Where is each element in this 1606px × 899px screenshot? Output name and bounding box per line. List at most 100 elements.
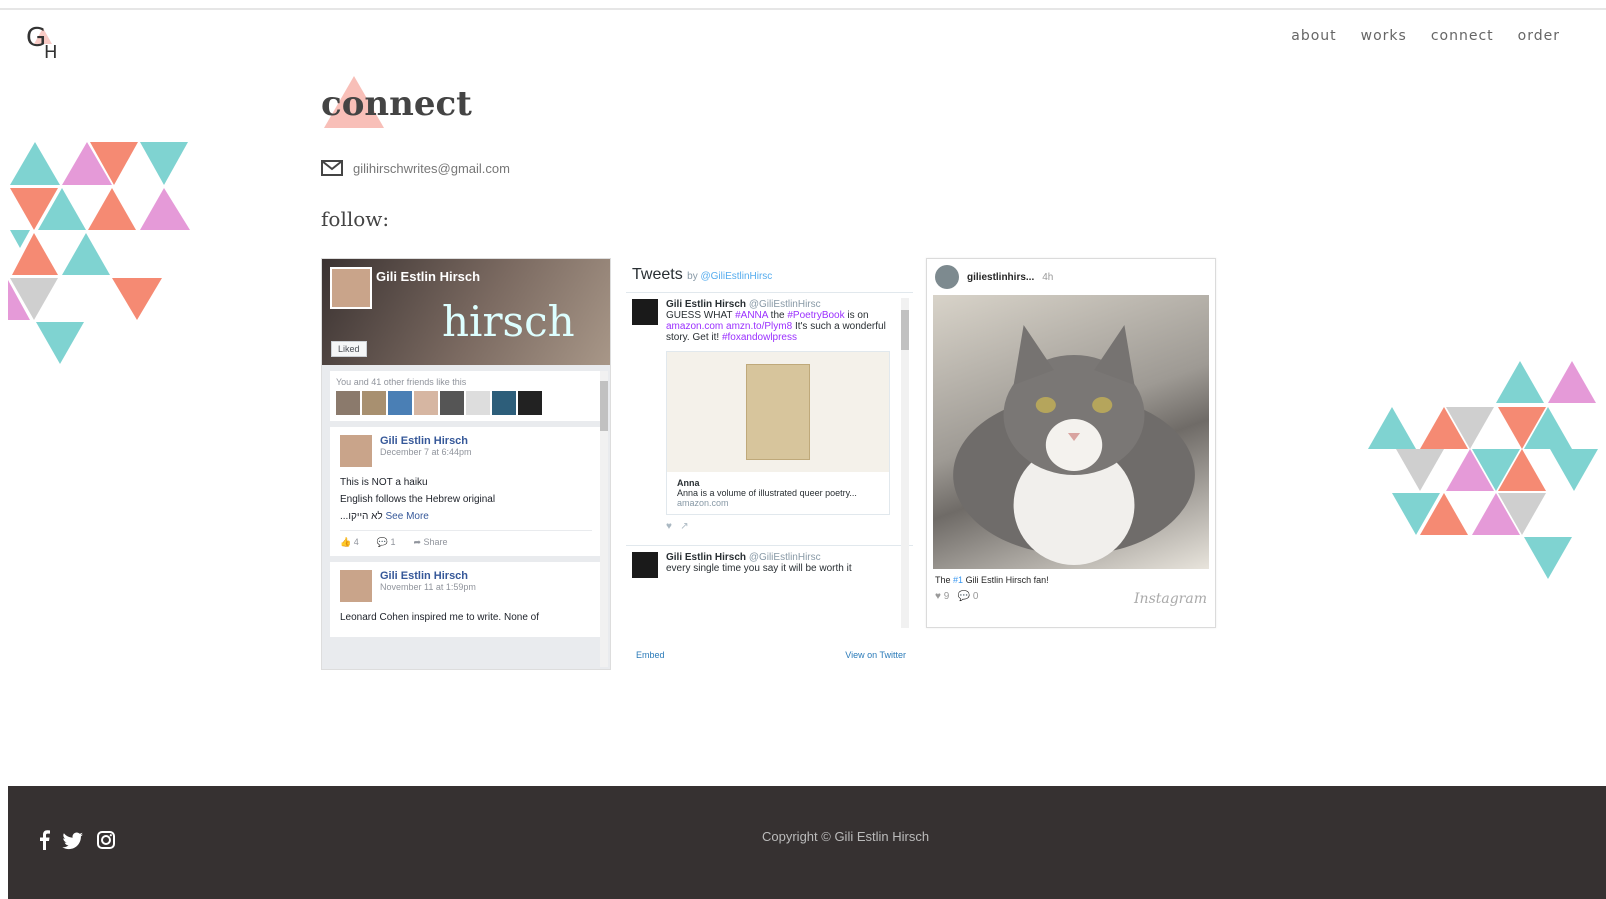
- facebook-friend-thumbnails: [336, 391, 596, 415]
- envelope-icon: [321, 160, 343, 176]
- facebook-post: Gili Estlin Hirsch November 11 at 1:59pm…: [330, 562, 602, 637]
- tweet-avatar[interactable]: [632, 299, 658, 325]
- friend-avatar[interactable]: [336, 391, 360, 415]
- instagram-logo[interactable]: Instagram: [1134, 591, 1207, 607]
- instagram-widget: giliestlinhirs... 4h The #1 Gili Estlin …: [926, 258, 1216, 628]
- view-on-twitter-link[interactable]: View on Twitter: [845, 650, 906, 660]
- heart-icon[interactable]: ♥: [935, 591, 941, 602]
- twitter-title: Tweets: [632, 266, 683, 283]
- tweet-text: every single time you say it will be wor…: [666, 563, 852, 574]
- main-nav: about works connect order: [1291, 28, 1560, 44]
- friend-avatar[interactable]: [466, 391, 490, 415]
- tweet: Gili Estlin Hirsch @GiliEstlinHirsc GUES…: [626, 292, 913, 521]
- post-author[interactable]: Gili Estlin Hirsch: [380, 435, 472, 447]
- twitter-by: by: [687, 271, 698, 282]
- page-title: connect: [321, 84, 472, 124]
- friend-avatar[interactable]: [440, 391, 464, 415]
- instagram-like-count: 9: [943, 591, 950, 602]
- post-line: English follows the Hebrew original: [340, 494, 496, 505]
- post-date[interactable]: December 7 at 6:44pm: [380, 447, 472, 457]
- facebook-post: Gili Estlin Hirsch December 7 at 6:44pm …: [330, 427, 602, 556]
- twitter-scrollbar[interactable]: [901, 298, 909, 628]
- card-description: Anna is a volume of illustrated queer po…: [677, 488, 857, 498]
- comment-count[interactable]: 💬 1: [377, 537, 396, 548]
- comment-icon[interactable]: 💬: [958, 591, 970, 602]
- tweet: Gili Estlin Hirsch @GiliEstlinHirsc ever…: [626, 545, 913, 584]
- url-link[interactable]: amzn.to/Plym8: [726, 321, 792, 332]
- social-links: [38, 830, 116, 850]
- tweet-author[interactable]: Gili Estlin Hirsch: [666, 552, 746, 563]
- follow-heading: follow:: [321, 207, 390, 231]
- twitter-handle-link[interactable]: @GiliEstlinHirsc: [700, 271, 772, 282]
- like-count[interactable]: 👍 4: [340, 537, 359, 548]
- post-avatar[interactable]: [340, 570, 372, 602]
- email-link[interactable]: gilihirschwrites@gmail.com: [353, 161, 510, 176]
- friend-avatar[interactable]: [492, 391, 516, 415]
- caption-hashtag[interactable]: #1: [953, 575, 963, 585]
- instagram-comment-count: 0: [972, 591, 979, 602]
- post-date[interactable]: November 11 at 1:59pm: [380, 582, 476, 592]
- post-line: ...לא הייקו: [340, 511, 383, 522]
- instagram-time: 4h: [1042, 271, 1054, 283]
- tweet-avatar[interactable]: [632, 552, 658, 578]
- facebook-icon[interactable]: [38, 830, 50, 850]
- facebook-page-avatar[interactable]: [330, 267, 372, 309]
- email-row: gilihirschwrites@gmail.com: [321, 160, 510, 176]
- tweet-link-card[interactable]: Anna Anna is a volume of illustrated que…: [666, 351, 890, 515]
- caption-text: The: [935, 575, 951, 585]
- twitter-icon[interactable]: [62, 830, 84, 850]
- card-title: Anna: [677, 478, 700, 488]
- top-border: [0, 8, 1606, 10]
- share-button[interactable]: ➦ Share: [413, 537, 447, 548]
- friend-avatar[interactable]: [414, 391, 438, 415]
- facebook-friends-text: You and 41 other friends like this: [336, 377, 467, 387]
- see-more-link[interactable]: See More: [386, 511, 429, 522]
- facebook-widget: Gili Estlin Hirsch hirsch Liked You and …: [321, 258, 611, 670]
- nav-about[interactable]: about: [1291, 28, 1336, 44]
- friend-avatar[interactable]: [388, 391, 412, 415]
- friend-avatar[interactable]: [518, 391, 542, 415]
- twitter-header: Tweets by @GiliEstlinHirsc: [626, 258, 913, 292]
- url-link[interactable]: amazon.com: [666, 321, 723, 332]
- logo-link[interactable]: G H: [24, 16, 72, 63]
- tweet-author[interactable]: Gili Estlin Hirsch: [666, 299, 746, 310]
- caption-text: Gili Estlin Hirsch fan!: [965, 575, 1049, 585]
- facebook-page-name[interactable]: Gili Estlin Hirsch: [376, 269, 480, 284]
- nav-order[interactable]: order: [1518, 28, 1560, 44]
- embed-link[interactable]: Embed: [636, 650, 665, 660]
- like-count-value: 4: [353, 537, 359, 547]
- share-label: Share: [423, 537, 448, 547]
- share-icon[interactable]: ↗: [680, 521, 688, 532]
- instagram-photo-cat[interactable]: [933, 295, 1209, 569]
- post-avatar[interactable]: [340, 435, 372, 467]
- post-line: Leonard Cohen inspired me to write. None…: [340, 612, 540, 623]
- facebook-liked-button[interactable]: Liked: [331, 341, 367, 357]
- tweet-text-part: the: [770, 310, 785, 321]
- copyright-text: Copyright © Gili Estlin Hirsch: [762, 829, 930, 844]
- facebook-scrollbar[interactable]: [600, 371, 608, 667]
- twitter-footer: Embed View on Twitter: [636, 650, 906, 660]
- cat-image: [953, 325, 1195, 565]
- instagram-icon[interactable]: [96, 830, 116, 850]
- tweet-handle[interactable]: @GiliEstlinHirsc: [749, 299, 821, 310]
- nav-connect[interactable]: connect: [1431, 28, 1494, 44]
- facebook-friends-box: You and 41 other friends like this: [330, 371, 602, 421]
- tweet-text-part: is on: [847, 310, 869, 321]
- hashtag-link[interactable]: #foxandowlpress: [722, 332, 797, 343]
- post-author[interactable]: Gili Estlin Hirsch: [380, 570, 476, 582]
- instagram-caption: The #1 Gili Estlin Hirsch fan!: [927, 569, 1215, 591]
- instagram-avatar[interactable]: [935, 265, 959, 289]
- svg-text:H: H: [44, 42, 58, 62]
- friend-avatar[interactable]: [362, 391, 386, 415]
- hashtag-link[interactable]: #PoetryBook: [787, 310, 844, 321]
- nav-works[interactable]: works: [1361, 28, 1407, 44]
- instagram-username[interactable]: giliestlinhirs...: [967, 272, 1034, 283]
- hashtag-link[interactable]: #ANNA: [735, 310, 768, 321]
- instagram-header: giliestlinhirs... 4h: [927, 259, 1215, 295]
- like-heart-icon[interactable]: ♥: [666, 521, 672, 532]
- tweet-handle[interactable]: @GiliEstlinHirsc: [749, 552, 821, 563]
- page: G H about works connect order connect gi…: [0, 0, 1606, 899]
- facebook-cover[interactable]: Gili Estlin Hirsch hirsch Liked: [322, 259, 610, 365]
- comment-count-value: 1: [390, 537, 396, 547]
- facebook-cover-text: hirsch: [442, 297, 575, 346]
